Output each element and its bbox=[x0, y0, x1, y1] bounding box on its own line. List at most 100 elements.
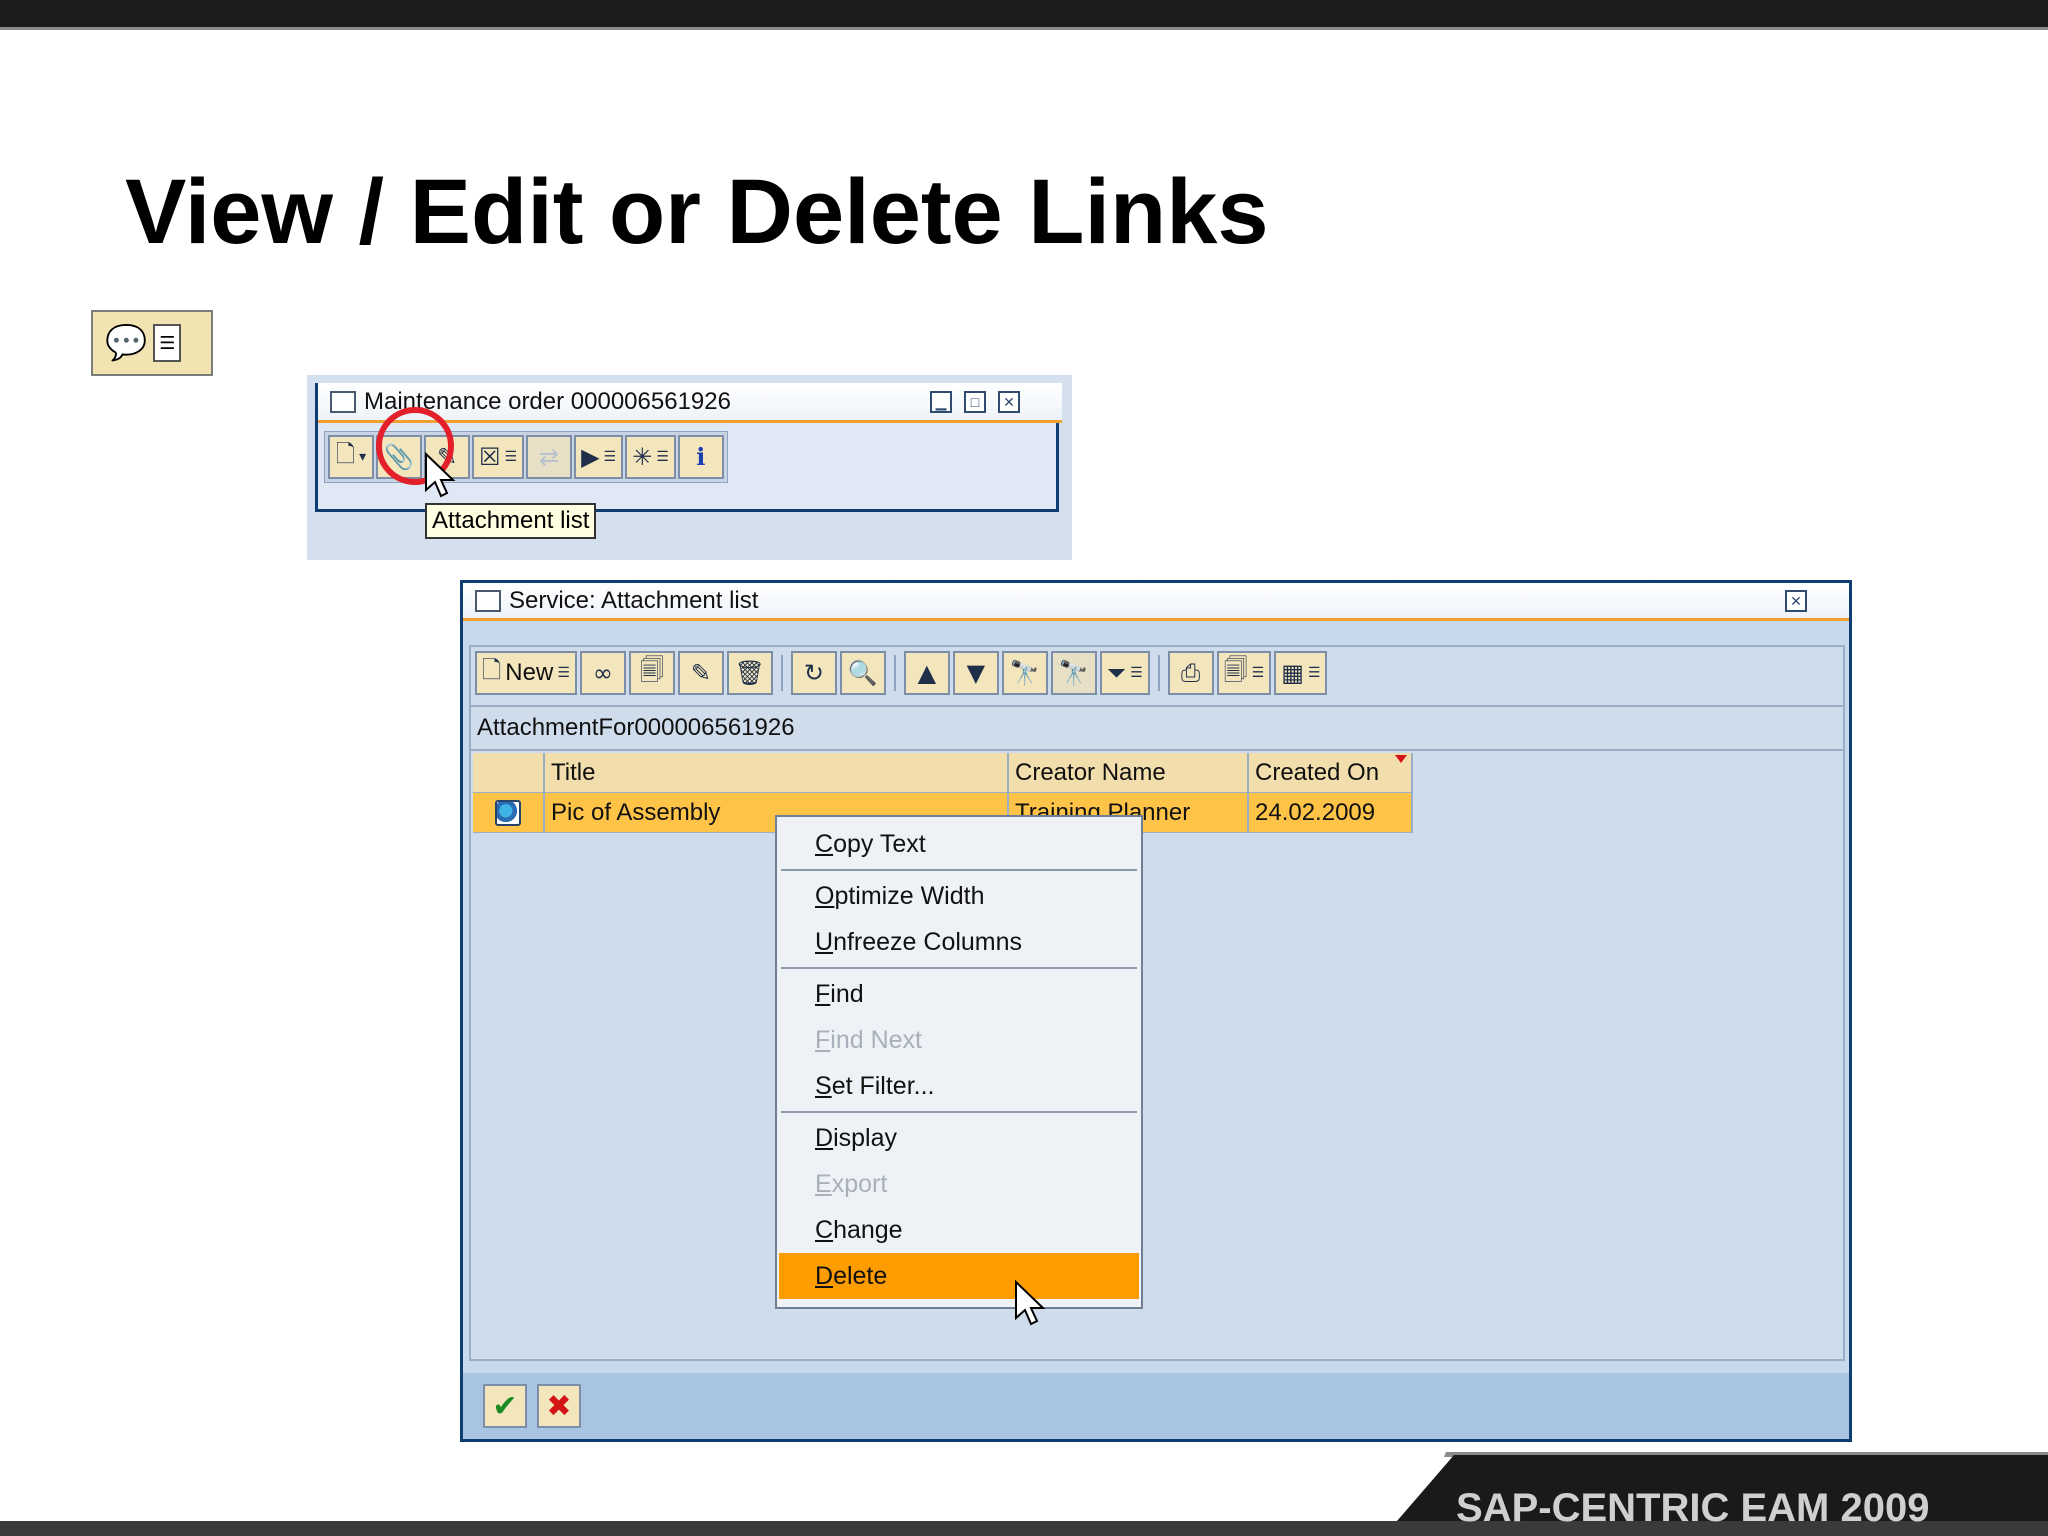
menu-item-find[interactable]: Find bbox=[779, 971, 1139, 1017]
close-icon[interactable]: ✕ bbox=[998, 391, 1020, 413]
accelerator-letter: E bbox=[815, 1169, 832, 1198]
export-list-button[interactable]: 🗐 ☰ bbox=[1216, 651, 1272, 695]
dropdown-icon: ☰ bbox=[1251, 665, 1265, 681]
row-type-cell bbox=[473, 793, 545, 833]
info-icon: ℹ bbox=[696, 443, 706, 471]
print-icon: ⎙ bbox=[1181, 659, 1201, 687]
minimize-icon[interactable]: ▁ bbox=[930, 391, 952, 413]
menu-item-find-next[interactable]: Find Next bbox=[779, 1017, 1139, 1063]
glasses-icon: ∞ bbox=[592, 659, 613, 687]
accelerator-letter: D bbox=[815, 1123, 834, 1152]
services-for-object-button[interactable]: 💬 ☰ bbox=[91, 310, 213, 376]
print-button[interactable]: ⎙ bbox=[1167, 651, 1214, 695]
menu-item-unfreeze-columns[interactable]: Unfreeze Columns bbox=[779, 919, 1139, 965]
column-header-created-on[interactable]: Created On bbox=[1249, 753, 1413, 793]
export-button[interactable]: 🗐 bbox=[628, 651, 675, 695]
trash-icon: 🗑 bbox=[734, 659, 766, 687]
workflow-icon: ✳ bbox=[632, 443, 653, 471]
dialog-footer: ✔ ✖ bbox=[463, 1373, 1849, 1439]
new-document-icon: 🗋 bbox=[482, 655, 502, 684]
sort-descending-button[interactable]: ▼ bbox=[952, 651, 999, 695]
binoculars-icon: 🔭 bbox=[1009, 659, 1040, 687]
menu-separator bbox=[781, 967, 1137, 969]
sort-ascending-button[interactable]: ▲ bbox=[903, 651, 950, 695]
menu-item-delete[interactable]: Delete bbox=[779, 1253, 1139, 1299]
send-button[interactable]: ▶ ☰ bbox=[574, 435, 624, 479]
slide-title: View / Edit or Delete Links bbox=[125, 161, 1269, 263]
column-header-title[interactable]: Title bbox=[545, 753, 1009, 793]
accelerator-letter: S bbox=[815, 1071, 832, 1100]
delete-button[interactable]: 🗑 bbox=[726, 651, 773, 695]
create-button[interactable]: 🗋 ▾ bbox=[328, 435, 374, 479]
cancel-button[interactable]: ✖ bbox=[537, 1384, 581, 1428]
table-header-row: Title Creator Name Created On bbox=[473, 753, 1413, 793]
accelerator-letter: O bbox=[815, 881, 835, 910]
send-icon: ▶ bbox=[581, 443, 600, 471]
info-button[interactable]: ℹ bbox=[677, 435, 724, 479]
menu-item-label: ind bbox=[830, 979, 864, 1008]
close-icon[interactable]: ✕ bbox=[1785, 590, 1807, 612]
attachment-list-tooltip: Attachment list bbox=[425, 503, 597, 539]
menu-item-change[interactable]: Change bbox=[779, 1207, 1139, 1253]
dropdown-icon: ☰ bbox=[656, 449, 669, 465]
dropdown-icon: ▾ bbox=[359, 449, 367, 465]
display-button[interactable]: ∞ bbox=[579, 651, 626, 695]
toolbar-separator bbox=[780, 655, 783, 691]
refresh-button[interactable]: ↻ bbox=[790, 651, 837, 695]
accelerator-letter: U bbox=[815, 927, 834, 956]
menu-item-set-filter[interactable]: Set Filter... bbox=[779, 1063, 1139, 1109]
toolbar-separator bbox=[1157, 655, 1160, 691]
binoculars-next-icon: 🔭 bbox=[1058, 659, 1089, 687]
export-icon: 🗐 bbox=[639, 655, 664, 684]
create-icon: 🗋 bbox=[335, 439, 356, 468]
checkmark-icon: ✔ bbox=[492, 1389, 518, 1423]
export-button[interactable]: ☒ ☰ bbox=[472, 435, 525, 479]
menu-item-label: isplay bbox=[833, 1123, 897, 1152]
refresh-icon: ↻ bbox=[803, 659, 824, 687]
mouse-cursor-icon bbox=[425, 452, 456, 498]
filter-button[interactable]: ⏷ ☰ bbox=[1099, 651, 1150, 695]
menu-item-label: elete bbox=[833, 1261, 888, 1290]
workflow-button[interactable]: ✳ ☰ bbox=[625, 435, 676, 479]
export-list-icon: 🗐 bbox=[1223, 655, 1248, 684]
details-button[interactable]: 🔍 bbox=[839, 651, 886, 695]
attachment-list-dialog: Service: Attachment list ✕ 🗋 New ☰ ∞ 🗐 ✎ 🗑… bbox=[460, 580, 1852, 1442]
slide-top-bar bbox=[0, 0, 2048, 30]
new-button[interactable]: 🗋 New ☰ bbox=[475, 651, 577, 695]
menu-item-optimize-width[interactable]: Optimize Width bbox=[779, 873, 1139, 919]
dropdown-icon: ☰ bbox=[1130, 665, 1143, 681]
context-menu: Copy Text Optimize Width Unfreeze Column… bbox=[775, 815, 1143, 1309]
maximize-icon[interactable]: □ bbox=[964, 391, 986, 413]
layout-button[interactable]: ▦ ☰ bbox=[1274, 651, 1328, 695]
cancel-x-icon: ✖ bbox=[546, 1389, 572, 1423]
menu-item-label: hange bbox=[833, 1215, 903, 1244]
relationships-button[interactable]: ⇄ bbox=[526, 435, 573, 479]
change-button[interactable]: ✎ bbox=[677, 651, 724, 695]
menu-item-copy-text[interactable]: Copy Text bbox=[779, 821, 1139, 867]
selection-column-header[interactable] bbox=[473, 753, 545, 793]
url-link-icon bbox=[495, 799, 521, 826]
created-on-cell[interactable]: 24.02.2009 bbox=[1249, 793, 1413, 833]
find-next-button[interactable]: 🔭 bbox=[1050, 651, 1097, 695]
accelerator-letter: C bbox=[815, 1215, 834, 1244]
menu-item-label: opy Text bbox=[833, 829, 926, 858]
dropdown-icon: ☰ bbox=[1307, 665, 1321, 681]
layout-grid-icon: ▦ bbox=[1281, 659, 1304, 687]
export-icon: ☒ bbox=[479, 443, 501, 471]
dialog-titlebar: Service: Attachment list ✕ bbox=[463, 583, 1849, 621]
column-header-creator-name[interactable]: Creator Name bbox=[1009, 753, 1249, 793]
menu-item-export[interactable]: Export bbox=[779, 1161, 1139, 1207]
find-button[interactable]: 🔭 bbox=[1001, 651, 1048, 695]
continue-button[interactable]: ✔ bbox=[483, 1384, 527, 1428]
menu-item-label: et Filter... bbox=[831, 1071, 935, 1100]
brand-text: SAP-CENTRIC EAM 2009 bbox=[1456, 1486, 1930, 1530]
details-icon: 🔍 bbox=[847, 659, 878, 687]
accelerator-letter: F bbox=[815, 1025, 831, 1054]
column-header-created-on-label: Created On bbox=[1255, 758, 1380, 786]
dropdown-icon: ☰ bbox=[153, 324, 182, 362]
toolbar-separator bbox=[893, 655, 896, 691]
sort-indicator-icon bbox=[1395, 755, 1407, 763]
relationships-icon: ⇄ bbox=[539, 443, 560, 471]
menu-item-display[interactable]: Display bbox=[779, 1115, 1139, 1161]
services-for-object-icon: 💬 bbox=[105, 324, 148, 362]
